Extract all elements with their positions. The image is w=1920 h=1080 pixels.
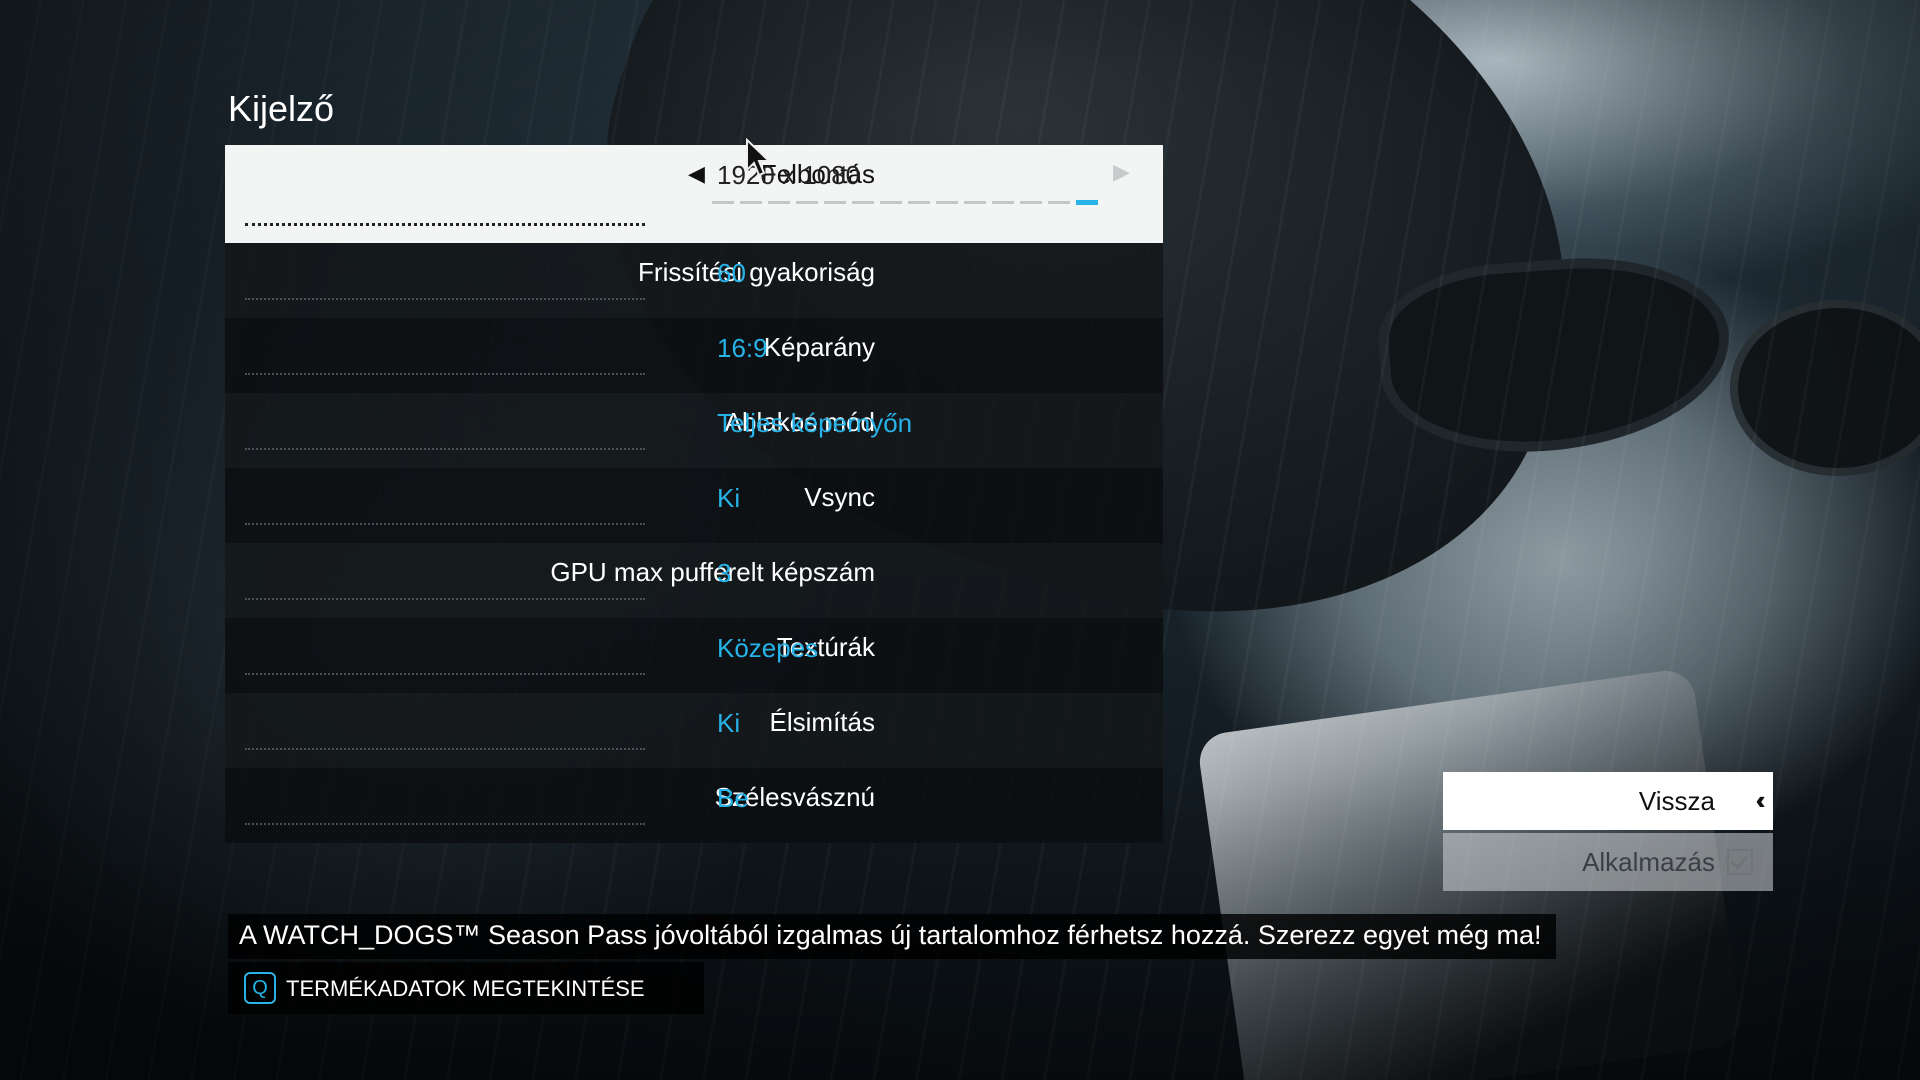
settings-panel: Felbontás ◀ 1920 x 1080 ▶ Frissítési gya… — [225, 145, 1163, 843]
key-prompt-q: Q — [244, 972, 276, 1004]
setting-label: Élsimítás — [769, 707, 875, 737]
row-divider — [245, 823, 645, 825]
back-button-label: Vissza — [1638, 786, 1715, 816]
setting-value: 3 — [717, 558, 732, 588]
setting-label: Vsync — [804, 482, 875, 512]
back-button[interactable]: Vissza ‹‹ — [1443, 772, 1773, 830]
view-product-button[interactable]: Q TERMÉKADATOK MEGTEKINTÉSE — [228, 962, 704, 1014]
setting-row-window-mode[interactable]: Ablakos mód Teljes képernyőn — [225, 393, 1163, 468]
setting-value: 16:9 — [717, 333, 768, 363]
slider-tick[interactable] — [712, 201, 734, 204]
slider-tick[interactable] — [1020, 201, 1042, 204]
row-divider — [245, 373, 645, 375]
row-divider — [245, 523, 645, 525]
setting-value: Ki — [717, 483, 741, 513]
row-divider — [245, 673, 645, 675]
setting-row-gpu-buffered-frames[interactable]: GPU max pufferelt képszám 3 — [225, 543, 1163, 618]
slider-tick[interactable] — [992, 201, 1014, 204]
row-divider — [245, 748, 645, 750]
setting-row-aspect-ratio[interactable]: Képarány 16:9 — [225, 318, 1163, 393]
setting-row-resolution[interactable]: Felbontás ◀ 1920 x 1080 ▶ — [225, 145, 1163, 243]
setting-row-vsync[interactable]: Vsync Ki — [225, 468, 1163, 543]
setting-value: Teljes képernyőn — [717, 408, 913, 438]
season-pass-banner: A WATCH_DOGS™ Season Pass jóvoltából izg… — [228, 914, 1556, 959]
row-divider — [245, 298, 645, 300]
setting-value: 1920 x 1080 — [717, 160, 861, 190]
setting-value: Ki — [717, 708, 741, 738]
slider-tick[interactable] — [824, 201, 846, 204]
triangle-left-icon[interactable]: ◀ — [688, 161, 705, 187]
slider-tick[interactable] — [1048, 201, 1070, 204]
slider-tick[interactable] — [740, 201, 762, 204]
slider-tick[interactable] — [852, 201, 874, 204]
slider-tick[interactable] — [936, 201, 958, 204]
setting-label: Képarány — [763, 332, 875, 362]
setting-row-refresh-rate[interactable]: Frissítési gyakoriság 60 — [225, 243, 1163, 318]
slider-tick[interactable] — [964, 201, 986, 204]
slider-tick-selected[interactable] — [1076, 200, 1098, 205]
setting-value: Közepes — [717, 633, 819, 663]
resolution-slider[interactable] — [712, 200, 1098, 205]
row-divider — [245, 448, 645, 450]
setting-label: GPU max pufferelt képszám — [550, 557, 875, 587]
setting-label: Frissítési gyakoriság — [638, 257, 875, 287]
view-product-label: TERMÉKADATOK MEGTEKINTÉSE — [286, 976, 645, 1001]
setting-row-widescreen[interactable]: Szélesvásznú Be — [225, 768, 1163, 843]
setting-value: 60 — [717, 258, 746, 288]
apply-button[interactable]: Alkalmazás — [1443, 833, 1773, 891]
apply-button-label: Alkalmazás — [1582, 847, 1715, 877]
row-divider — [245, 598, 645, 600]
triangle-right-icon[interactable]: ▶ — [1113, 159, 1130, 185]
row-divider — [245, 223, 645, 226]
slider-tick[interactable] — [796, 201, 818, 204]
setting-label: Szélesvásznú — [714, 782, 875, 812]
slider-tick[interactable] — [768, 201, 790, 204]
slider-tick[interactable] — [908, 201, 930, 204]
page-title: Kijelző — [228, 88, 335, 129]
slider-tick[interactable] — [880, 201, 902, 204]
setting-value: Be — [717, 783, 749, 813]
setting-row-antialiasing[interactable]: Élsimítás Ki — [225, 693, 1163, 768]
setting-row-textures[interactable]: Textúrák Közepes — [225, 618, 1163, 693]
checkbox-check-icon — [1727, 849, 1753, 875]
